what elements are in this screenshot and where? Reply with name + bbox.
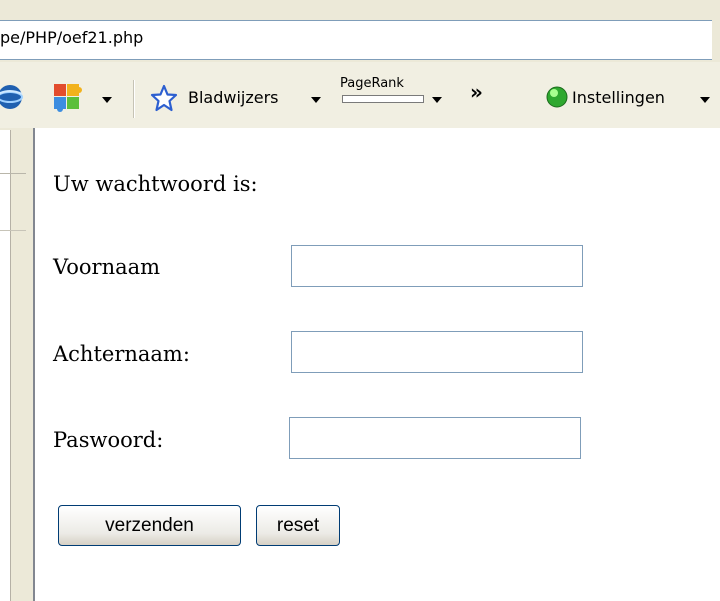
green-status-icon[interactable] (546, 86, 568, 108)
submit-button[interactable]: verzenden (58, 505, 241, 546)
globe-icon[interactable] (0, 82, 26, 112)
pagerank-label[interactable]: PageRank (340, 76, 404, 91)
address-text[interactable]: pe/PHP/oef21.php (0, 28, 143, 47)
bookmarks-button[interactable]: Bladwijzers (188, 88, 279, 107)
settings-dropdown-arrow[interactable] (700, 97, 710, 103)
puzzle-icon[interactable] (50, 80, 90, 116)
side-panel-strip (0, 130, 11, 601)
star-icon[interactable] (150, 84, 178, 112)
bookmarks-dropdown-arrow[interactable] (311, 97, 321, 103)
pagerank-dropdown-arrow[interactable] (432, 97, 442, 103)
lastname-label: Achternaam: (53, 342, 190, 366)
firstname-label: Voornaam (53, 255, 161, 279)
firstname-input[interactable] (291, 245, 583, 287)
password-result-text: Uw wachtwoord is: (53, 172, 258, 196)
toolbar-separator (133, 80, 135, 118)
side-panel-divider (0, 230, 26, 231)
password-label: Paswoord: (53, 428, 164, 452)
more-chevron[interactable]: » (470, 80, 483, 104)
address-bar-edge (712, 20, 720, 60)
pagerank-bar (342, 95, 424, 103)
password-input[interactable] (289, 417, 581, 459)
lastname-input[interactable] (291, 331, 583, 373)
reset-button[interactable]: reset (256, 505, 340, 546)
side-panel-divider (0, 173, 26, 174)
settings-button[interactable]: Instellingen (572, 88, 665, 107)
puzzle-dropdown-arrow[interactable] (102, 97, 112, 103)
